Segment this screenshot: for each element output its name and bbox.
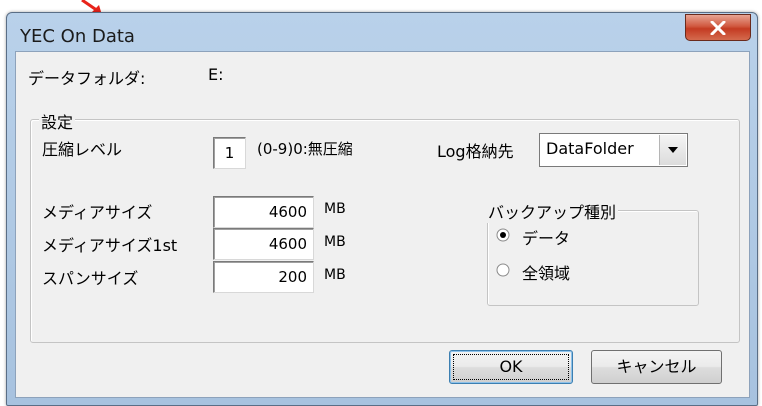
compression-hint: (0-9)0:無圧縮 bbox=[257, 140, 353, 158]
media-size-1st-unit: MB bbox=[324, 234, 346, 250]
cancel-button-label: キャンセル bbox=[616, 357, 697, 376]
title-bar[interactable]: YEC On Data bbox=[7, 13, 757, 51]
radio-option-label: データ bbox=[522, 229, 571, 248]
span-size-label: スパンサイズ bbox=[42, 269, 139, 288]
compression-label: 圧縮レベル bbox=[42, 140, 123, 159]
span-size-input[interactable]: 200 bbox=[213, 261, 314, 293]
dialog-window: YEC On Data データフォルダ: E: 設定 圧縮レベル 1 (0-9)… bbox=[6, 12, 758, 406]
log-destination-select[interactable]: DataFolder bbox=[539, 133, 688, 167]
compression-level-input[interactable]: 1 bbox=[213, 137, 246, 169]
dialog-body: データフォルダ: E: 設定 圧縮レベル 1 (0-9)0:無圧縮 Log格納先… bbox=[15, 51, 750, 398]
ok-button[interactable]: OK bbox=[449, 350, 573, 384]
media-size-input[interactable]: 4600 bbox=[213, 196, 314, 228]
cancel-button[interactable]: キャンセル bbox=[591, 350, 722, 384]
settings-group: 設定 圧縮レベル 1 (0-9)0:無圧縮 Log格納先 DataFolder … bbox=[30, 109, 740, 343]
close-icon bbox=[710, 20, 726, 35]
radio-unselected-icon[interactable] bbox=[496, 263, 510, 277]
radio-option-full-area[interactable]: 全領域 bbox=[496, 260, 646, 283]
chevron-down-icon bbox=[668, 147, 678, 153]
radio-option-data[interactable]: データ bbox=[496, 225, 646, 248]
window-title: YEC On Data bbox=[20, 26, 135, 47]
radio-selected-icon[interactable] bbox=[496, 228, 510, 242]
settings-group-caption: 設定 bbox=[39, 109, 76, 133]
media-size-1st-label: メディアサイズ1st bbox=[42, 236, 178, 255]
media-size-unit: MB bbox=[324, 201, 346, 217]
focus-ring bbox=[453, 354, 569, 380]
media-size-1st-input[interactable]: 4600 bbox=[213, 228, 314, 260]
close-button[interactable] bbox=[685, 14, 751, 41]
span-size-unit: MB bbox=[324, 267, 346, 283]
data-folder-label: データフォルダ: bbox=[28, 69, 146, 88]
radio-option-label: 全領域 bbox=[522, 264, 571, 283]
dropdown-button[interactable] bbox=[659, 135, 686, 165]
data-folder-value: E: bbox=[208, 65, 224, 84]
media-size-label: メディアサイズ bbox=[42, 203, 153, 222]
backup-type-caption: バックアップ種別 bbox=[486, 199, 619, 223]
log-destination-value: DataFolder bbox=[546, 139, 634, 158]
log-destination-label: Log格納先 bbox=[437, 142, 514, 161]
backup-type-group: バックアップ種別 データ 全領域 bbox=[486, 199, 699, 306]
